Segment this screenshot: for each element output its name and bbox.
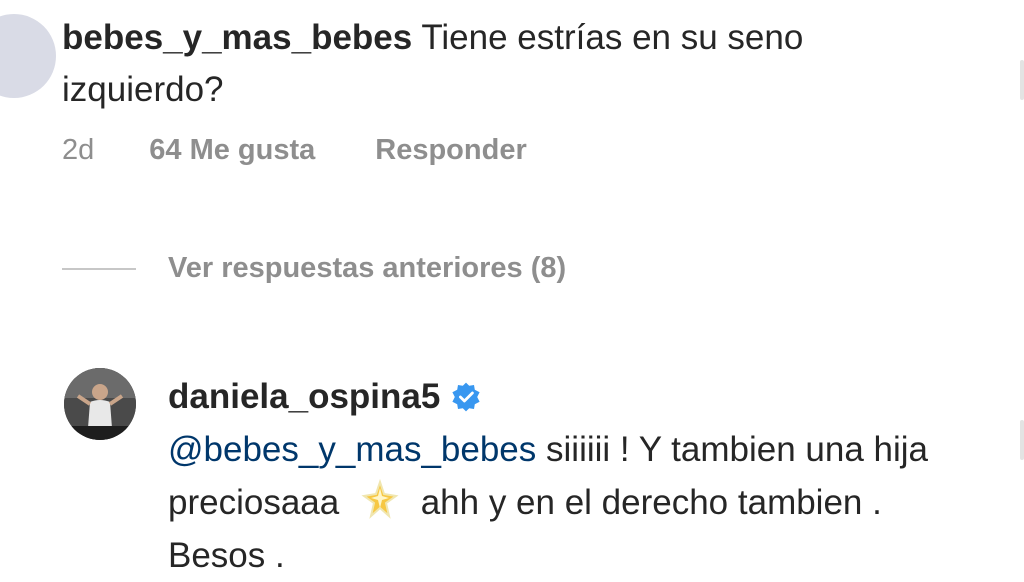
- replies-divider: [62, 267, 136, 270]
- view-previous-replies[interactable]: Ver respuestas anteriores (8): [62, 252, 566, 285]
- profile-photo-icon: [64, 368, 136, 440]
- reply-username[interactable]: daniela_ospina5: [168, 370, 440, 423]
- scroll-edge-marker: [1020, 60, 1024, 100]
- comment-username[interactable]: bebes_y_mas_bebes: [62, 18, 412, 57]
- comment-body: bebes_y_mas_bebes Tiene estrías en su se…: [62, 12, 962, 116]
- comment-likes[interactable]: 64 Me gusta: [149, 134, 315, 167]
- reply-text: @bebes_y_mas_bebes siiiiii ! Y tambien u…: [168, 423, 948, 582]
- avatar[interactable]: [0, 14, 56, 98]
- comment-time[interactable]: 2d: [62, 134, 94, 167]
- mention-link[interactable]: @bebes_y_mas_bebes: [168, 430, 536, 469]
- avatar[interactable]: [64, 368, 136, 440]
- comment-meta: 2d 64 Me gusta Responder: [62, 134, 527, 167]
- reply-button[interactable]: Responder: [375, 134, 526, 167]
- verified-badge-icon: [452, 382, 480, 411]
- sparkle-star-icon: [361, 478, 399, 519]
- reply-body: daniela_ospina5 @bebes_y_mas_bebes siiii…: [168, 370, 948, 582]
- view-previous-replies-label[interactable]: Ver respuestas anteriores (8): [168, 252, 566, 285]
- scroll-edge-marker: [1020, 420, 1024, 460]
